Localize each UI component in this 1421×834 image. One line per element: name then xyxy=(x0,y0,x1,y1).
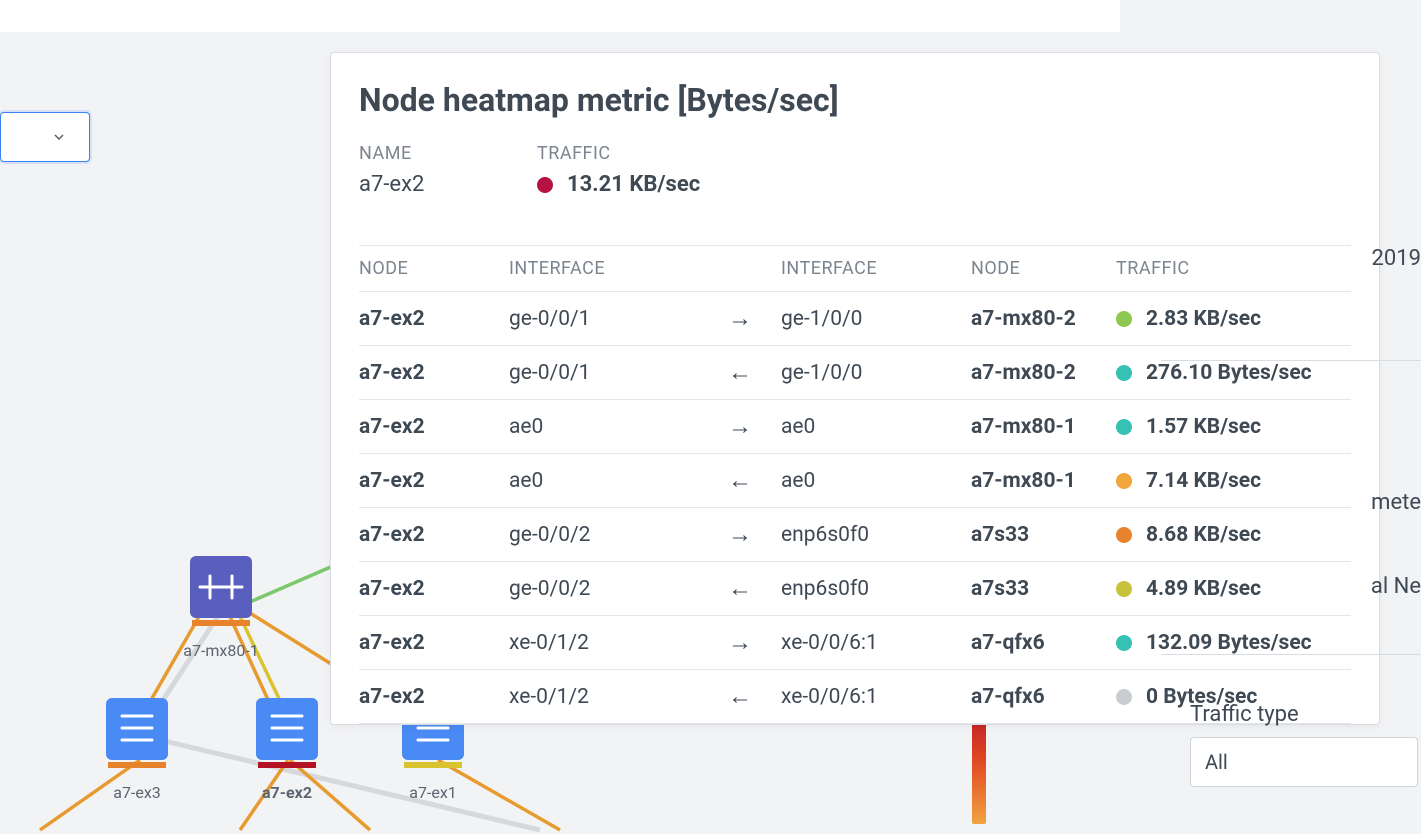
cell-interface2: ae0 xyxy=(781,415,971,439)
cell-node2: a7s33 xyxy=(971,523,1116,547)
arrow-icon: ← xyxy=(728,574,752,603)
interface-traffic-table: NODE INTERFACE INTERFACE NODE TRAFFIC a7… xyxy=(359,245,1351,724)
col-header-node: NODE xyxy=(359,258,509,279)
traffic-type-label: Traffic type xyxy=(1190,702,1418,727)
divider xyxy=(1161,654,1421,655)
cell-traffic: 8.68 KB/sec xyxy=(1146,523,1261,547)
table-row: a7-ex2ge-0/0/2 → enp6s0f0a7s33 8.68 KB/sec xyxy=(359,508,1351,562)
cell-node2: a7s33 xyxy=(971,577,1116,601)
divider xyxy=(1161,360,1421,361)
value-node-name: a7-ex2 xyxy=(359,172,537,197)
cell-node1: a7-ex2 xyxy=(359,415,509,439)
traffic-dot-icon xyxy=(1116,365,1132,381)
arrow-icon: → xyxy=(728,304,752,333)
node-label: a7-ex1 xyxy=(409,783,457,802)
cell-traffic: 276.10 Bytes/sec xyxy=(1146,361,1312,385)
arrow-icon: → xyxy=(728,520,752,549)
topology-node-mx80-1[interactable]: a7-mx80-1 xyxy=(183,556,258,660)
arrow-icon: → xyxy=(728,628,752,657)
cell-interface1: ge-0/0/2 xyxy=(509,523,699,547)
table-header: NODE INTERFACE INTERFACE NODE TRAFFIC xyxy=(359,246,1351,292)
table-row: a7-ex2ae0←ae0a7-mx80-17.14 KB/sec xyxy=(359,454,1351,508)
traffic-dot-icon xyxy=(1116,527,1132,543)
top-white-bar xyxy=(0,0,1120,32)
cell-interface2: enp6s0f0 xyxy=(781,577,971,601)
right-text-frag2: al Ne xyxy=(1371,574,1421,599)
cell-node1: a7-ex2 xyxy=(359,361,509,385)
topology-node-ex3[interactable]: a7-ex3 xyxy=(106,698,168,802)
cell-node2: a7-mx80-1 xyxy=(971,415,1116,439)
cell-traffic: 132.09 Bytes/sec xyxy=(1146,631,1312,655)
cell-node2: a7-qfx6 xyxy=(971,631,1116,655)
cell-node1: a7-ex2 xyxy=(359,577,509,601)
col-header-traffic: TRAFFIC xyxy=(1116,258,1351,279)
arrow-icon: ← xyxy=(728,358,752,387)
cell-interface1: ae0 xyxy=(509,415,699,439)
cell-interface2: enp6s0f0 xyxy=(781,523,971,547)
cell-traffic: 7.14 KB/sec xyxy=(1146,469,1261,493)
cell-interface2: ae0 xyxy=(781,469,971,493)
label-traffic: TRAFFIC xyxy=(537,143,700,164)
table-row: a7-ex2xe-0/1/2 → xe-0/0/6:1a7-qfx6 132.09 B… xyxy=(359,616,1351,670)
traffic-dot-icon xyxy=(1116,419,1132,435)
cell-interface2: ge-1/0/0 xyxy=(781,361,971,385)
table-row: a7-ex2ae0→ae0a7-mx80-11.57 KB/sec xyxy=(359,400,1351,454)
cell-node1: a7-ex2 xyxy=(359,523,509,547)
cell-node2: a7-mx80-2 xyxy=(971,307,1116,331)
topology-node-ex2[interactable]: a7-ex2 xyxy=(256,698,318,802)
traffic-dot-icon xyxy=(537,177,553,193)
node-label: a7-mx80-1 xyxy=(183,641,258,660)
node-heatmap-tooltip: Node heatmap metric [Bytes/sec] NAME a7-… xyxy=(330,52,1380,725)
traffic-dot-icon xyxy=(1116,473,1132,489)
right-text-frag1: mete xyxy=(1371,490,1421,515)
traffic-dot-icon xyxy=(1116,581,1132,597)
arrow-icon: → xyxy=(728,412,752,441)
cell-node2: a7-qfx6 xyxy=(971,685,1116,709)
table-row: a7-ex2ge-0/0/1 ← ge-1/0/0a7-mx80-2 276.10 B… xyxy=(359,346,1351,400)
cell-interface2: xe-0/0/6:1 xyxy=(781,685,971,709)
cell-node1: a7-ex2 xyxy=(359,685,509,709)
col-header-interface2: INTERFACE xyxy=(781,258,971,279)
node-label: a7-ex3 xyxy=(113,783,161,802)
cell-interface1: ge-0/0/2 xyxy=(509,577,699,601)
col-header-node2: NODE xyxy=(971,258,1116,279)
cell-interface2: ge-1/0/0 xyxy=(781,307,971,331)
traffic-dot-icon xyxy=(1116,311,1132,327)
table-row: a7-ex2ge-0/0/2 ← enp6s0f0a7s33 4.89 KB/sec xyxy=(359,562,1351,616)
label-name: NAME xyxy=(359,143,537,164)
cell-node2: a7-mx80-1 xyxy=(971,469,1116,493)
right-text-year: 2019 xyxy=(1372,246,1421,271)
cell-traffic: 1.57 KB/sec xyxy=(1146,415,1261,439)
traffic-dot-icon xyxy=(1116,689,1132,705)
chevron-down-icon xyxy=(51,129,67,145)
traffic-dot-icon xyxy=(1116,635,1132,651)
cell-node1: a7-ex2 xyxy=(359,469,509,493)
cell-traffic: 2.83 KB/sec xyxy=(1146,307,1261,331)
cell-interface1: ge-0/0/1 xyxy=(509,307,699,331)
cell-node1: a7-ex2 xyxy=(359,631,509,655)
traffic-type-select[interactable]: All xyxy=(1190,737,1418,787)
col-header-interface: INTERFACE xyxy=(509,258,699,279)
tooltip-title: Node heatmap metric [Bytes/sec] xyxy=(359,81,1351,119)
node-label: a7-ex2 xyxy=(262,783,312,802)
cell-node1: a7-ex2 xyxy=(359,307,509,331)
cell-interface1: xe-0/1/2 xyxy=(509,685,699,709)
cell-interface1: ae0 xyxy=(509,469,699,493)
cell-interface1: ge-0/0/1 xyxy=(509,361,699,385)
left-dropdown[interactable] xyxy=(0,112,90,162)
traffic-type-value: All xyxy=(1205,750,1228,774)
cell-node2: a7-mx80-2 xyxy=(971,361,1116,385)
arrow-icon: ← xyxy=(728,682,752,711)
cell-interface1: xe-0/1/2 xyxy=(509,631,699,655)
cell-traffic: 4.89 KB/sec xyxy=(1146,577,1261,601)
cell-interface2: xe-0/0/6:1 xyxy=(781,631,971,655)
arrow-icon: ← xyxy=(728,466,752,495)
table-row: a7-ex2ge-0/0/1 → ge-1/0/0a7-mx80-2 2.83 KB/… xyxy=(359,292,1351,346)
value-node-traffic: 13.21 KB/sec xyxy=(567,172,700,197)
